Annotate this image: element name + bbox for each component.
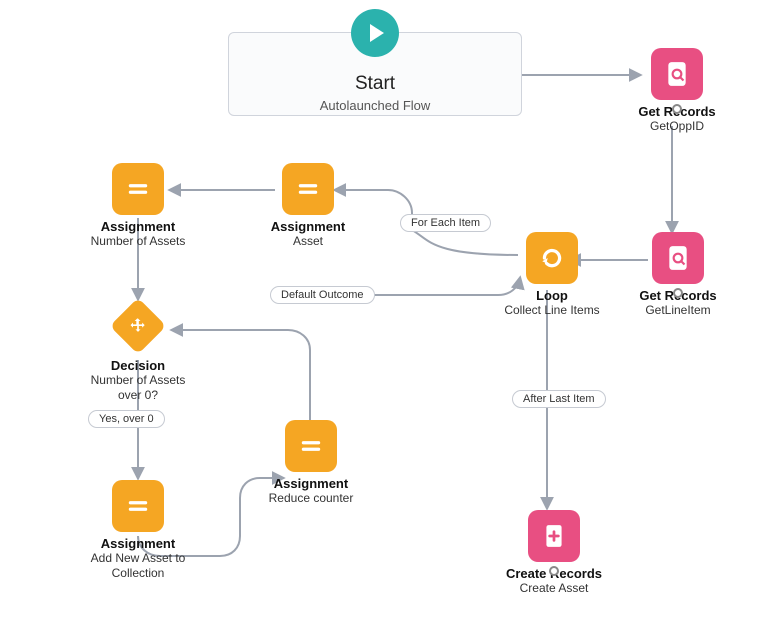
badge-yes: Yes, over 0 <box>88 410 165 428</box>
node-assign-reduce[interactable]: Assignment Reduce counter <box>256 420 366 506</box>
play-icon <box>351 9 399 57</box>
node-sub: Number of Assets over 0? <box>78 373 198 403</box>
node-sub: Asset <box>258 234 358 249</box>
assignment-icon <box>112 163 164 215</box>
node-sub: Add New Asset to Collection <box>72 551 204 581</box>
node-title: Assignment <box>258 219 358 234</box>
node-sub: Collect Line Items <box>492 303 612 318</box>
node-assign-num-assets[interactable]: Assignment Number of Assets <box>78 163 198 249</box>
node-sub: GetOppID <box>632 119 722 134</box>
get-records-icon <box>652 232 704 284</box>
node-get-opp-id[interactable]: Get Records GetOppID <box>632 48 722 134</box>
loop-icon <box>526 232 578 284</box>
start-node[interactable]: Start Autolaunched Flow <box>228 32 522 116</box>
node-title: Assignment <box>78 219 198 234</box>
node-assign-asset[interactable]: Assignment Asset <box>258 163 358 249</box>
node-title: Decision <box>78 358 198 373</box>
badge-for-each: For Each Item <box>400 214 491 232</box>
start-subtitle: Autolaunched Flow <box>239 98 511 113</box>
create-records-icon <box>528 510 580 562</box>
decision-icon <box>110 298 166 354</box>
node-sub: Create Asset <box>494 581 614 596</box>
assignment-icon <box>112 480 164 532</box>
badge-after-last: After Last Item <box>512 390 606 408</box>
node-loop[interactable]: Loop Collect Line Items <box>492 232 612 318</box>
node-sub: Reduce counter <box>256 491 366 506</box>
node-decision[interactable]: Decision Number of Assets over 0? <box>78 298 198 403</box>
node-get-line-item[interactable]: Get Records GetLineItem <box>628 232 728 318</box>
node-title: Assignment <box>256 476 366 491</box>
node-title: Assignment <box>72 536 204 551</box>
assignment-icon <box>285 420 337 472</box>
flow-canvas[interactable]: Start Autolaunched Flow Get Records GetO… <box>0 0 768 630</box>
node-assign-add-new[interactable]: Assignment Add New Asset to Collection <box>72 480 204 581</box>
node-create-asset[interactable]: Create Records Create Asset <box>494 510 614 596</box>
node-sub: GetLineItem <box>628 303 728 318</box>
node-title: Loop <box>492 288 612 303</box>
get-records-icon <box>651 48 703 100</box>
node-sub: Number of Assets <box>78 234 198 249</box>
assignment-icon <box>282 163 334 215</box>
start-title: Start <box>239 73 511 95</box>
badge-default: Default Outcome <box>270 286 375 304</box>
